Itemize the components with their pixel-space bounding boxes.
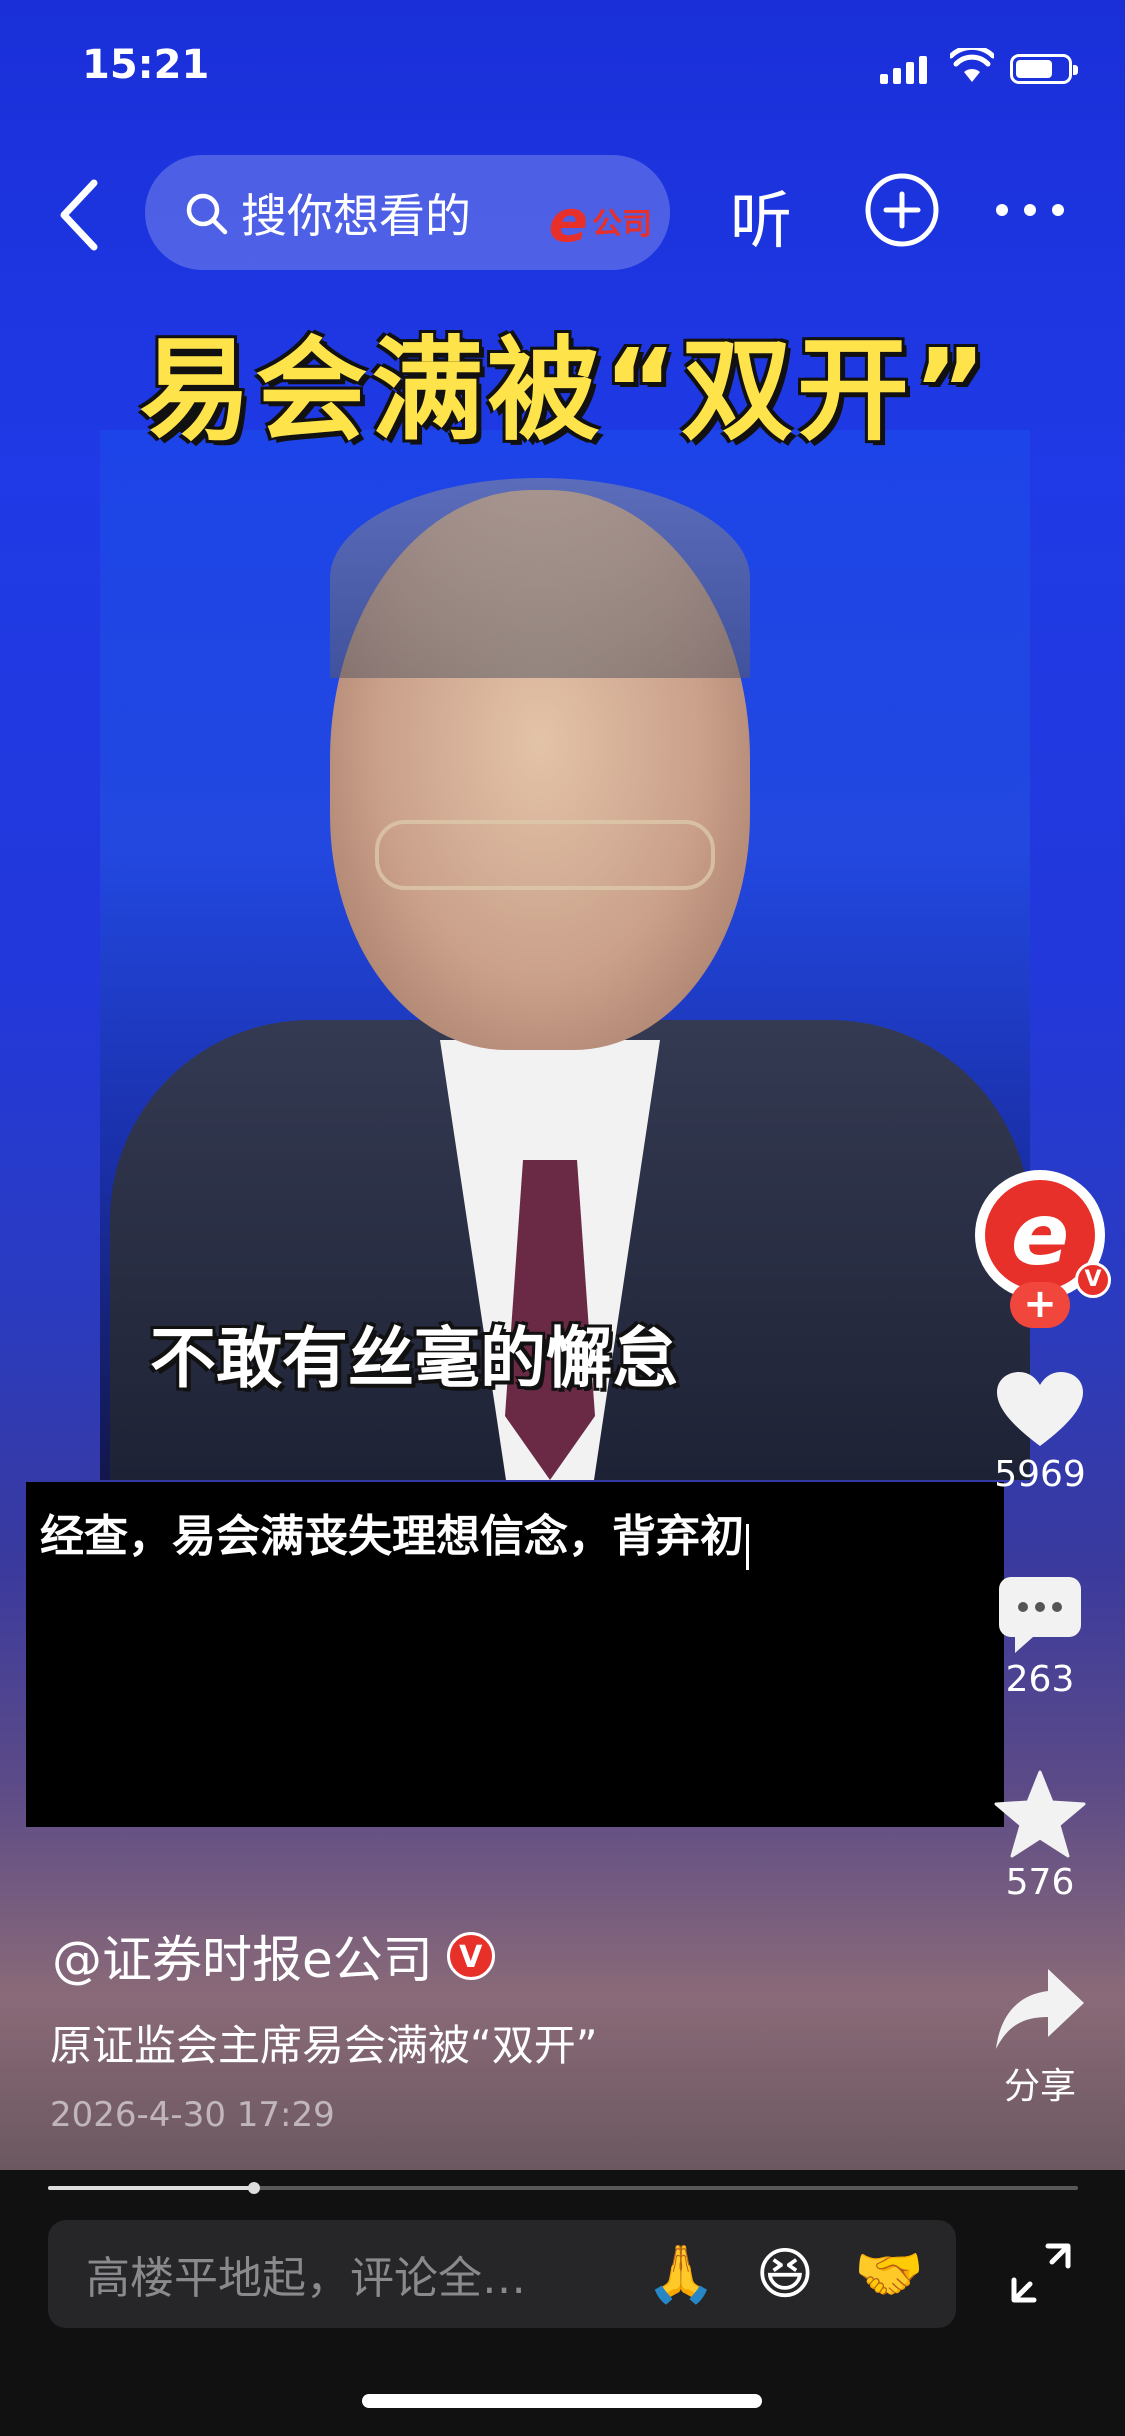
status-time: 15:21	[82, 42, 210, 88]
video-progress-bar[interactable]	[48, 2182, 1078, 2194]
favorite-count: 576	[1005, 1862, 1075, 1903]
battery-level	[1016, 60, 1052, 78]
search-input[interactable]: 搜你想看的 e 公司	[145, 155, 670, 270]
video-subtitle-overlay: 不敢有丝毫的懈怠	[150, 1320, 678, 1397]
comment-icon	[999, 1577, 1081, 1653]
cellular-signal-icon	[880, 56, 927, 84]
share-button[interactable]: 分享	[970, 1965, 1110, 2109]
caption-text: 经查，易会满丧失理想信念，背弃初	[40, 1511, 744, 1562]
share-label: 分享	[1003, 2066, 1076, 2107]
channel-logo-e: e	[548, 187, 588, 255]
emoji-pray[interactable]: 🙏	[646, 2241, 716, 2307]
author-verified-badge: V	[446, 1932, 495, 1980]
author-avatar[interactable]: e + V	[975, 1170, 1111, 1328]
channel-logo: e 公司	[549, 187, 652, 255]
presenter-hair	[330, 478, 750, 678]
channel-logo-word: 公司	[592, 207, 652, 242]
comment-input[interactable]: 高楼平地起，评论全… 🙏 😆 🤝	[48, 2220, 956, 2328]
caption-cursor	[746, 1523, 749, 1570]
progress-fill	[48, 2186, 254, 2190]
battery-icon	[1010, 54, 1078, 84]
emoji-laugh[interactable]: 😆	[756, 2242, 814, 2307]
emoji-handshake[interactable]: 🤝	[854, 2241, 924, 2307]
favorite-button[interactable]: 576	[970, 1770, 1110, 1903]
more-icon[interactable]	[990, 198, 1070, 222]
listen-button[interactable]: 听	[730, 170, 792, 260]
star-icon	[994, 1770, 1086, 1858]
like-count: 5969	[994, 1454, 1086, 1495]
comment-placeholder: 高楼平地起，评论全…	[86, 2253, 526, 2304]
add-icon[interactable]	[862, 170, 942, 250]
search-icon	[186, 193, 228, 234]
post-description: 原证监会主席易会满被“双开”	[50, 2021, 598, 2070]
author-name[interactable]: @证券时报e公司 V	[52, 1920, 495, 1992]
progress-knob[interactable]	[248, 2182, 260, 2194]
comment-button[interactable]: 263	[970, 1575, 1110, 1700]
presenter-glasses	[375, 820, 715, 890]
wifi-icon	[950, 48, 994, 82]
like-button[interactable]: 5969	[970, 1370, 1110, 1495]
post-date: 2026-4-30 17:29	[50, 2095, 335, 2135]
status-bar: 15:21	[0, 0, 1125, 140]
heart-icon	[997, 1372, 1083, 1446]
home-indicator[interactable]	[362, 2394, 762, 2408]
comment-count: 263	[1005, 1659, 1075, 1700]
author-handle[interactable]: @证券时报e公司	[52, 1920, 433, 1992]
video-title-overlay: 易会满被“双开”	[139, 326, 991, 456]
follow-button[interactable]: +	[1010, 1282, 1070, 1328]
caption-panel: 经查，易会满丧失理想信念，背弃初	[26, 1482, 1004, 1827]
fullscreen-icon[interactable]	[1008, 2240, 1074, 2306]
verified-badge: V	[1075, 1262, 1111, 1298]
share-icon	[996, 1969, 1084, 2049]
back-icon[interactable]	[50, 175, 110, 255]
search-placeholder: 搜你想看的	[241, 188, 471, 243]
